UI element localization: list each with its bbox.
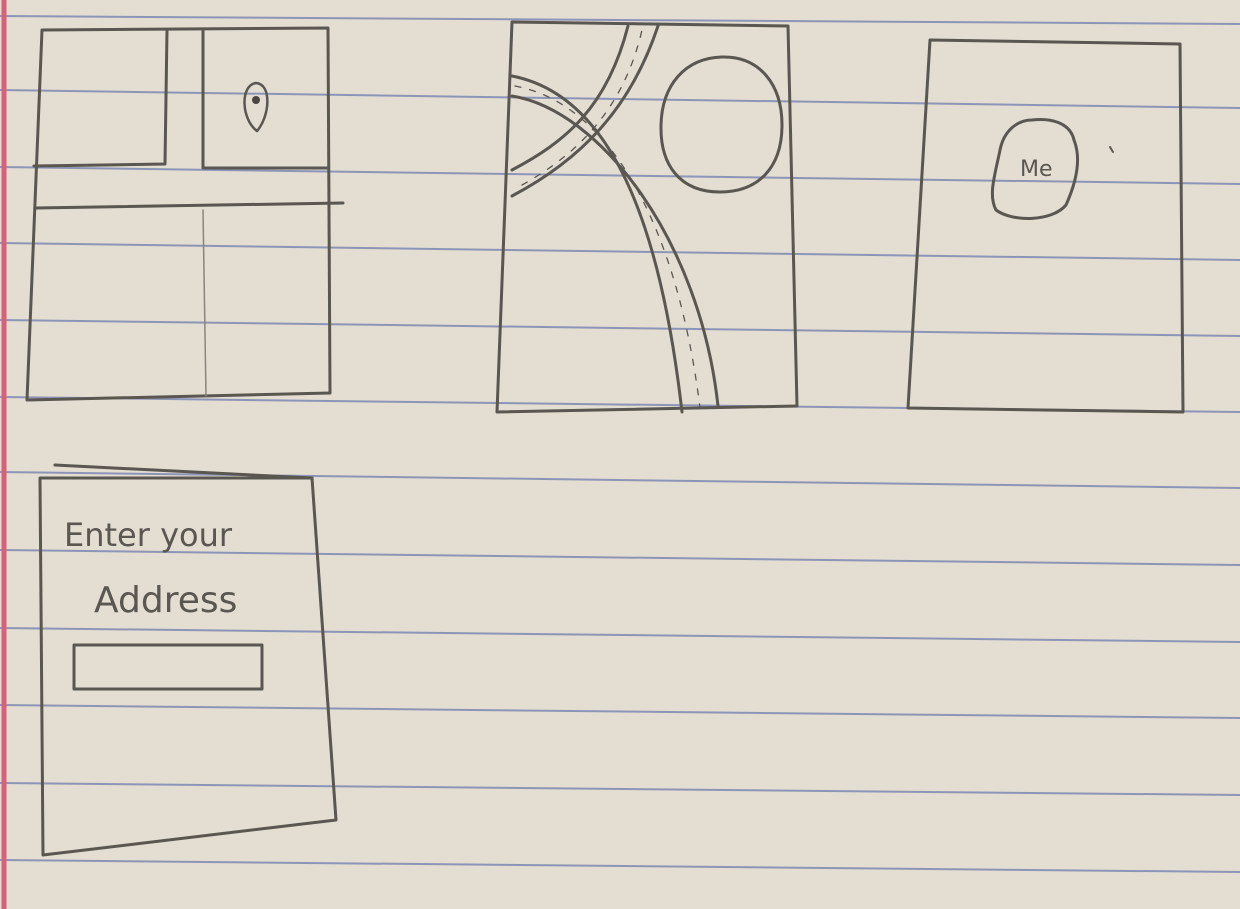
sketch-1-frame [25,26,332,402]
sketch-4-top-edge [53,463,314,480]
enter-your-heading: Enter your [64,516,233,554]
sketch-4-address-form: Enter your Address [38,463,338,857]
ruled-line [0,319,1240,337]
sketch-1-left-panel [32,28,169,168]
notebook-page: Me Enter your Address [0,0,1240,909]
ruled-line [0,242,1240,261]
road-1 [510,24,660,198]
ruled-line [0,627,1240,643]
ruled-line [0,859,1240,873]
sketch-2-frame [495,20,799,414]
road-2 [510,74,720,414]
map-circle [659,55,784,194]
ruled-line [0,704,1240,719]
sketch-1-faint-line [202,209,207,397]
sketch-3-frame [906,38,1185,414]
ruled-lines [0,15,1240,873]
sketch-2-map [495,20,799,414]
stray-mark [1109,146,1114,153]
sketch-1-right-panel [201,28,329,170]
address-input-sketch [72,643,264,691]
ruled-line [0,782,1240,796]
sketch-3-profile: Me [906,38,1185,414]
address-heading: Address [94,580,237,621]
sketch-canvas: Me Enter your Address [0,0,1240,909]
map-pin-icon [243,81,269,133]
sketch-1-divider [34,201,345,210]
ruled-line [0,471,1240,489]
me-label: Me [1020,157,1053,182]
sketch-1-wireframe [25,26,345,402]
